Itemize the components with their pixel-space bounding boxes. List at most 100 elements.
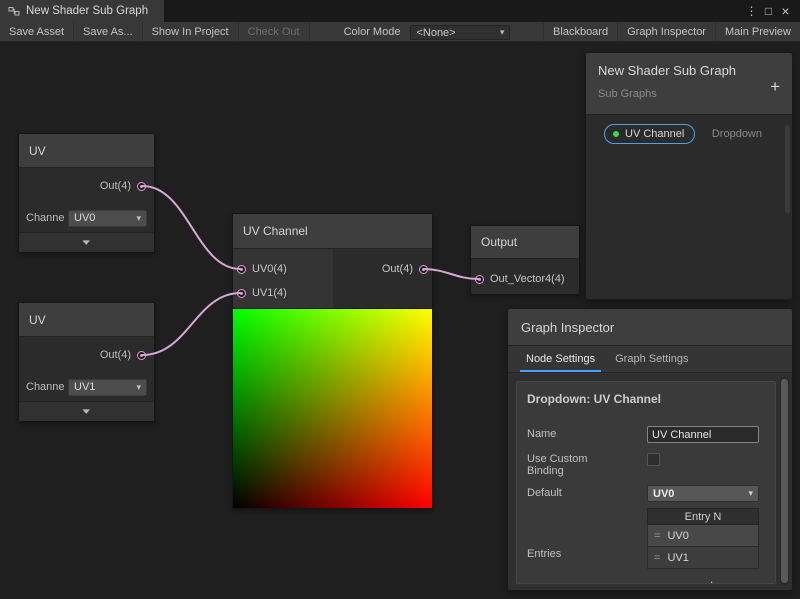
node-uv-1[interactable]: UV Out(4) Channe UV0 ▾ ▾ [18, 133, 155, 253]
check-out-button: Check Out [239, 22, 310, 41]
channel-row: Channe UV1 ▾ [19, 373, 154, 401]
node-body: Out_Vector4(4) [471, 259, 579, 294]
exposed-dot-icon [613, 131, 619, 137]
default-dropdown[interactable]: UV0 ▾ [647, 485, 759, 502]
entries-section: Entries Entry N = UV0 = UV1 [527, 508, 765, 569]
blackboard-header[interactable]: New Shader Sub Graph Sub Graphs + [586, 53, 792, 115]
color-mode-dropdown[interactable]: <None> ▾ [410, 25, 510, 40]
node-title: UV Channel [243, 224, 308, 238]
binding-label: Use Custom Binding [527, 451, 607, 477]
collapse-chevron-icon: ▾ [83, 406, 91, 417]
property-type-label: Dropdown [712, 128, 762, 140]
edge[interactable] [143, 293, 241, 355]
blackboard-panel[interactable]: New Shader Sub Graph Sub Graphs + UV Cha… [585, 52, 793, 300]
input-port-label: Out_Vector4(4) [490, 273, 565, 285]
channel-label: Channe [26, 212, 66, 224]
entry-row[interactable]: = UV0 [647, 525, 759, 547]
graph-inspector-toggle-button[interactable]: Graph Inspector [617, 22, 715, 41]
tab-shader-subgraph[interactable]: New Shader Sub Graph [0, 0, 164, 22]
node-uv-2[interactable]: UV Out(4) Channe UV1 ▾ ▾ [18, 302, 155, 422]
binding-row: Use Custom Binding [527, 451, 765, 477]
chevron-down-icon: ▾ [136, 382, 141, 393]
chevron-down-icon: ▾ [500, 27, 505, 38]
channel-dropdown[interactable]: UV0 ▾ [68, 210, 147, 227]
inspector-header[interactable]: Graph Inspector [508, 309, 792, 346]
channel-dropdown[interactable]: UV1 ▾ [68, 379, 147, 396]
collapse-button[interactable]: ▾ [19, 401, 154, 421]
inspector-title: Graph Inspector [521, 320, 614, 335]
entry-label: UV0 [667, 530, 688, 542]
menu-icon[interactable]: ⋮ [743, 4, 760, 18]
color-mode-value: <None> [416, 27, 455, 39]
node-body: UV0(4) UV1(4) Out(4) [233, 249, 432, 308]
node-title: UV [29, 144, 46, 158]
window-controls: ⋮ □ × [743, 0, 800, 22]
save-as-button[interactable]: Save As... [74, 22, 143, 41]
drag-handle-icon[interactable]: = [654, 530, 660, 542]
blackboard-scrollbar[interactable] [785, 125, 790, 213]
node-header[interactable]: UV [19, 303, 154, 337]
node-uv-channel[interactable]: UV Channel UV0(4) UV1(4) Out(4) [232, 213, 433, 509]
maximize-icon[interactable]: □ [760, 4, 777, 18]
chevron-down-icon: ▾ [748, 488, 753, 499]
channel-value: UV1 [74, 381, 95, 393]
chevron-down-icon: ▾ [136, 213, 141, 224]
input-port-label: UV1(4) [252, 287, 287, 299]
drag-handle-icon[interactable]: = [654, 552, 660, 564]
out-port-row: Out(4) [19, 337, 154, 373]
inspector-content: Dropdown: UV Channel Name Use Custom Bin… [516, 381, 776, 584]
name-label: Name [527, 426, 647, 440]
channel-value: UV0 [74, 212, 95, 224]
node-header[interactable]: Output [471, 226, 579, 259]
property-row: UV Channel Dropdown [586, 124, 792, 144]
tab-title: New Shader Sub Graph [26, 5, 148, 17]
main-preview-toggle-button[interactable]: Main Preview [715, 22, 800, 41]
out-port-row: Out(4) [382, 260, 428, 278]
entry-label: UV1 [667, 552, 688, 564]
default-row: Default UV0 ▾ [527, 485, 765, 502]
in-port-row: Out_Vector4(4) [475, 270, 565, 288]
inspector-tabs: Node Settings Graph Settings [508, 346, 792, 373]
blackboard-subtitle: Sub Graphs [598, 88, 780, 100]
binding-checkbox[interactable] [647, 453, 660, 466]
edge[interactable] [143, 186, 241, 269]
entries-label: Entries [527, 548, 561, 560]
collapse-button[interactable]: ▾ [19, 232, 154, 252]
collapse-chevron-icon: ▾ [83, 237, 91, 248]
shader-graph-icon [8, 5, 20, 17]
add-entry-button[interactable]: + [708, 577, 716, 584]
add-property-button[interactable]: + [770, 77, 780, 97]
graph-inspector-panel[interactable]: Graph Inspector Node Settings Graph Sett… [507, 308, 793, 591]
node-title: Output [481, 235, 517, 249]
tab-graph-settings[interactable]: Graph Settings [605, 346, 698, 372]
entry-row[interactable]: = UV1 [647, 547, 759, 569]
blackboard-toggle-button[interactable]: Blackboard [543, 22, 617, 41]
remove-entry-button[interactable]: − [731, 577, 739, 584]
entries-header: Entry N [647, 508, 759, 525]
scrollbar-thumb[interactable] [781, 379, 788, 583]
entries-footer: + − [647, 573, 765, 584]
inspector-section-title: Dropdown: UV Channel [527, 392, 765, 406]
graph-canvas[interactable]: UV Out(4) Channe UV0 ▾ ▾ UV Out(4) Chann… [0, 42, 800, 599]
save-asset-button[interactable]: Save Asset [0, 22, 74, 41]
channel-row: Channe UV0 ▾ [19, 204, 154, 232]
close-icon[interactable]: × [777, 3, 794, 19]
node-header[interactable]: UV Channel [233, 214, 432, 249]
name-field[interactable] [647, 426, 759, 443]
title-bar: New Shader Sub Graph ⋮ □ × [0, 0, 800, 22]
out-port-label: Out(4) [100, 349, 131, 361]
out-port-label: Out(4) [382, 263, 413, 275]
color-mode-label: Color Mode [336, 22, 409, 41]
channel-label: Channe [26, 381, 66, 393]
tab-node-settings[interactable]: Node Settings [516, 346, 605, 372]
node-header[interactable]: UV [19, 134, 154, 168]
node-output[interactable]: Output Out_Vector4(4) [470, 225, 580, 295]
inspector-scrollbar[interactable] [780, 377, 789, 585]
name-row: Name [527, 426, 765, 443]
property-pill[interactable]: UV Channel [604, 124, 695, 144]
uv-gradient-preview [233, 308, 432, 508]
entries-list: Entry N = UV0 = UV1 [647, 508, 759, 569]
node-title: UV [29, 313, 46, 327]
show-in-project-button[interactable]: Show In Project [143, 22, 239, 41]
blackboard-title: New Shader Sub Graph [598, 63, 780, 78]
